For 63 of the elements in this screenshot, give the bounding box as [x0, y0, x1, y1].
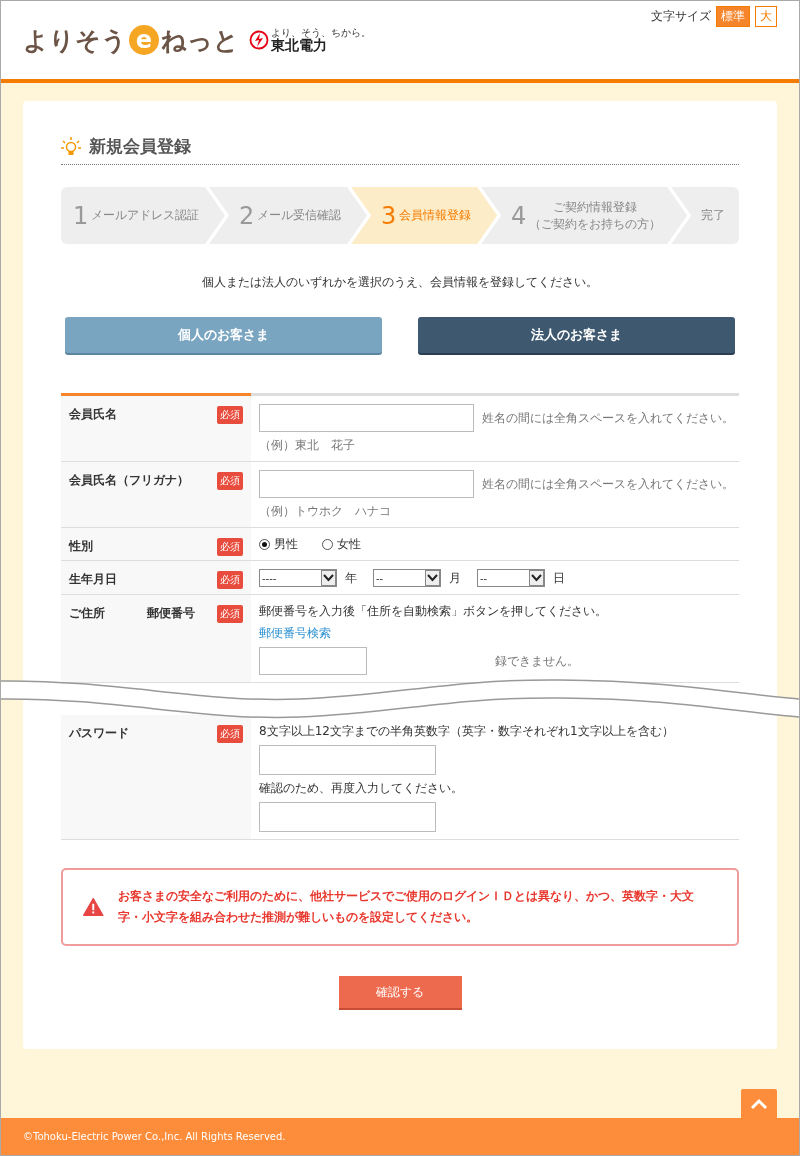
- hint-text: 姓名の間には全角スペースを入れてください。: [482, 475, 734, 493]
- text-input[interactable]: [259, 470, 474, 498]
- caret-icon: [425, 570, 440, 586]
- step-label: メール受信確認: [257, 207, 342, 224]
- field-label: 性別: [69, 538, 94, 555]
- field-label: ご住所: [69, 605, 106, 622]
- radio-option[interactable]: 男性: [259, 536, 298, 553]
- date-unit: 日: [553, 569, 565, 587]
- font-size-label: 文字サイズ: [651, 8, 711, 25]
- date-unit: 月: [449, 569, 461, 587]
- customer-type-button[interactable]: 法人のお客さま: [418, 317, 735, 353]
- postal-code-input[interactable]: [259, 647, 367, 675]
- intro-text: 個人または法人のいずれかを選択のうえ、会員情報を登録してください。: [201, 274, 599, 291]
- password-confirm-input[interactable]: [259, 802, 436, 832]
- required-badge: 必須: [217, 472, 243, 490]
- example-text: （例）トウホク ハナコ: [259, 503, 392, 520]
- required-badge: 必須: [217, 538, 243, 556]
- chevron-up-icon: [750, 1097, 768, 1110]
- dropdown-select[interactable]: ----: [259, 569, 337, 587]
- instruction-text: 8文字以上12文字までの半角英数字（英字・数字それぞれ1文字以上を含む）: [259, 723, 675, 740]
- password-input[interactable]: [259, 745, 436, 775]
- page-title: 新規会員登録: [89, 135, 191, 158]
- step-note: （ご契約をお持ちの方）: [529, 215, 662, 233]
- dropdown-select[interactable]: --: [373, 569, 441, 587]
- required-badge: 必須: [217, 406, 243, 424]
- postal-search-link[interactable]: 郵便番号検索: [259, 625, 731, 642]
- note-text: 録できません。: [495, 652, 579, 670]
- field-label: パスワード: [69, 725, 130, 742]
- example-text: （例）東北 花子: [259, 437, 356, 454]
- back-to-top-button[interactable]: [741, 1089, 777, 1118]
- field-sublabel: 郵便番号: [147, 605, 195, 622]
- logo-text: ねっと: [161, 24, 239, 57]
- caret-icon: [321, 570, 336, 586]
- required-badge: 必須: [217, 725, 243, 743]
- required-badge: 必須: [217, 605, 243, 623]
- step-label: 会員情報登録: [399, 207, 472, 224]
- field-label: 会員氏名: [69, 406, 118, 423]
- step-number: 3: [381, 201, 397, 230]
- radio-option[interactable]: 女性: [322, 536, 361, 553]
- hint-text: 姓名の間には全角スペースを入れてください。: [482, 409, 734, 427]
- confirm-label: 確認のため、再度入力してください。: [259, 780, 464, 797]
- text-input[interactable]: [259, 404, 474, 432]
- step-number: 1: [72, 201, 89, 230]
- step-label: 完了: [701, 207, 726, 224]
- step-number: 4: [511, 201, 527, 230]
- dropdown-select[interactable]: --: [477, 569, 545, 587]
- step-label: メールアドレス認証: [91, 207, 200, 224]
- lightning-circle-icon: [249, 30, 269, 50]
- brand-name: 東北電力: [271, 38, 328, 52]
- warning-text: お客さまの安全なご利用のために、他社サービスでご使用のログインＩＤとは異なり、かつ、英数字・大文字・小文字を組み合わせた推測が難しいものを設定してください。: [117, 888, 695, 926]
- step-label: ご契約情報登録: [553, 198, 638, 216]
- brand-tagline: より、そう、ちから。: [271, 28, 371, 38]
- instruction-text: 郵便番号を入力後「住所を自動検索」ボタンを押してください。: [259, 603, 608, 620]
- caret-icon: [529, 570, 544, 586]
- required-badge: 必須: [217, 571, 243, 589]
- light-bulb-icon: [61, 135, 81, 158]
- logo-text: よりそう: [23, 24, 127, 57]
- copyright-text: ©Tohoku-Electric Power Co.,Inc. All Rights Reserved.: [23, 1131, 286, 1142]
- date-unit: 年: [345, 569, 357, 587]
- field-label: 生年月日: [69, 571, 118, 588]
- logo-e-circle: e: [129, 25, 159, 55]
- step-number: 2: [238, 201, 255, 230]
- field-label: 会員氏名（フリガナ）: [69, 472, 190, 489]
